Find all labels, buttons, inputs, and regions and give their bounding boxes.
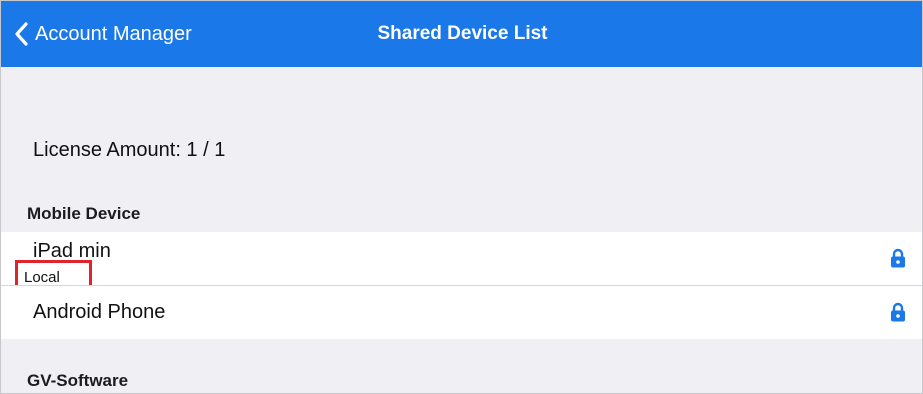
app-frame: Account Manager Shared Device List Licen… xyxy=(0,0,923,394)
section-header-gv-software: GV-Software xyxy=(27,371,129,390)
device-location-label: Local xyxy=(24,269,60,286)
lock-icon[interactable] xyxy=(890,302,906,322)
navigation-bar: Account Manager Shared Device List xyxy=(1,1,922,67)
device-name: Android Phone xyxy=(33,301,166,323)
section-header-mobile-device: Mobile Device xyxy=(27,204,141,223)
license-amount: License Amount: 1 / 1 xyxy=(33,139,226,161)
device-row-ipad-min[interactable]: iPad min Local xyxy=(1,232,922,292)
page-title: Shared Device List xyxy=(377,23,548,44)
lock-icon[interactable] xyxy=(890,248,906,268)
device-row-android-phone[interactable]: Android Phone xyxy=(1,286,922,339)
